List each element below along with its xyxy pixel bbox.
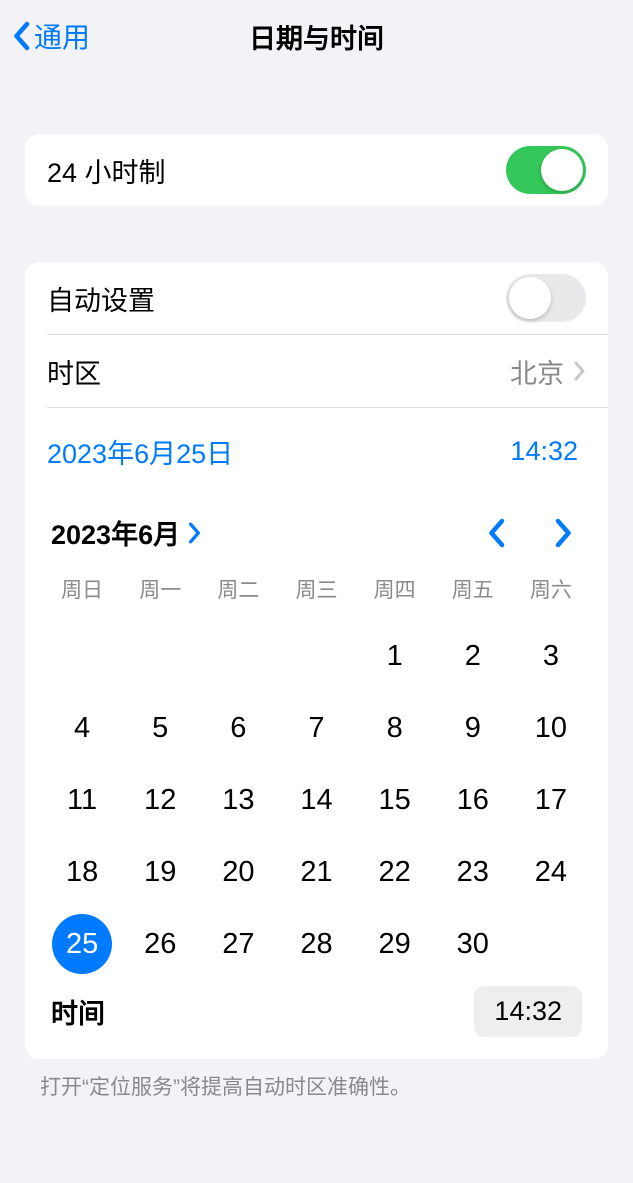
auto-set-row: 自动设置 [25, 262, 608, 334]
calendar-day[interactable]: 8 [356, 692, 434, 764]
calendar-month-label: 2023年6月 [51, 513, 180, 552]
calendar-empty-cell [277, 620, 355, 692]
calendar-month-button[interactable]: 2023年6月 [51, 513, 202, 552]
calendar-empty-cell [199, 620, 277, 692]
chevron-right-icon [188, 522, 202, 544]
calendar-day[interactable]: 5 [121, 692, 199, 764]
calendar-day[interactable]: 30 [434, 908, 512, 980]
calendar-day[interactable]: 21 [277, 836, 355, 908]
calendar-day[interactable]: 3 [512, 620, 590, 692]
chevron-right-icon [574, 361, 586, 381]
twentyfour-hour-label: 24 小时制 [47, 151, 506, 190]
twentyfour-hour-toggle[interactable] [506, 146, 586, 194]
calendar-day[interactable]: 27 [199, 908, 277, 980]
footer-note: 打开“定位服务”将提高自动时区准确性。 [0, 1059, 633, 1101]
calendar-day[interactable]: 24 [512, 836, 590, 908]
auto-set-label: 自动设置 [47, 279, 506, 318]
calendar-day[interactable]: 4 [43, 692, 121, 764]
calendar-day[interactable]: 1 [356, 620, 434, 692]
back-label: 通用 [34, 16, 90, 56]
time-display[interactable]: 14:32 [510, 436, 578, 467]
calendar-day[interactable]: 6 [199, 692, 277, 764]
calendar-day[interactable]: 9 [434, 692, 512, 764]
calendar-day[interactable]: 26 [121, 908, 199, 980]
calendar-day[interactable]: 12 [121, 764, 199, 836]
time-value-button[interactable]: 14:32 [474, 986, 582, 1037]
auto-set-toggle[interactable] [506, 274, 586, 322]
calendar-day[interactable]: 20 [199, 836, 277, 908]
calendar-day[interactable]: 14 [277, 764, 355, 836]
calendar-day[interactable]: 23 [434, 836, 512, 908]
calendar-day[interactable]: 17 [512, 764, 590, 836]
calendar-weekday: 周四 [356, 566, 434, 620]
calendar-day[interactable]: 19 [121, 836, 199, 908]
timezone-value: 北京 [510, 352, 564, 391]
calendar-weekday: 周五 [434, 566, 512, 620]
calendar-weekday: 周日 [43, 566, 121, 620]
calendar-day[interactable]: 13 [199, 764, 277, 836]
calendar-prev-button[interactable] [486, 518, 506, 548]
calendar-day[interactable]: 10 [512, 692, 590, 764]
calendar-day[interactable]: 29 [356, 908, 434, 980]
calendar-weekday: 周二 [199, 566, 277, 620]
date-display[interactable]: 2023年6月25日 [47, 432, 233, 471]
calendar-day[interactable]: 22 [356, 836, 434, 908]
calendar-weekday: 周三 [277, 566, 355, 620]
twentyfour-hour-row: 24 小时制 [25, 134, 608, 206]
calendar-day[interactable]: 15 [356, 764, 434, 836]
calendar-day[interactable]: 2 [434, 620, 512, 692]
calendar-day[interactable]: 7 [277, 692, 355, 764]
calendar-day[interactable]: 11 [43, 764, 121, 836]
calendar-empty-cell [121, 620, 199, 692]
page-title: 日期与时间 [249, 17, 384, 56]
timezone-label: 时区 [47, 352, 510, 391]
timezone-row[interactable]: 时区 北京 [25, 335, 608, 407]
calendar-weekday: 周六 [512, 566, 590, 620]
back-button[interactable]: 通用 [12, 16, 90, 56]
calendar-weekday: 周一 [121, 566, 199, 620]
calendar-empty-cell [43, 620, 121, 692]
calendar-day[interactable]: 28 [277, 908, 355, 980]
calendar-day[interactable]: 25 [43, 908, 121, 980]
time-label: 时间 [51, 992, 105, 1031]
chevron-left-icon [12, 21, 30, 51]
calendar-day[interactable]: 16 [434, 764, 512, 836]
calendar-next-button[interactable] [554, 518, 574, 548]
calendar-day[interactable]: 18 [43, 836, 121, 908]
